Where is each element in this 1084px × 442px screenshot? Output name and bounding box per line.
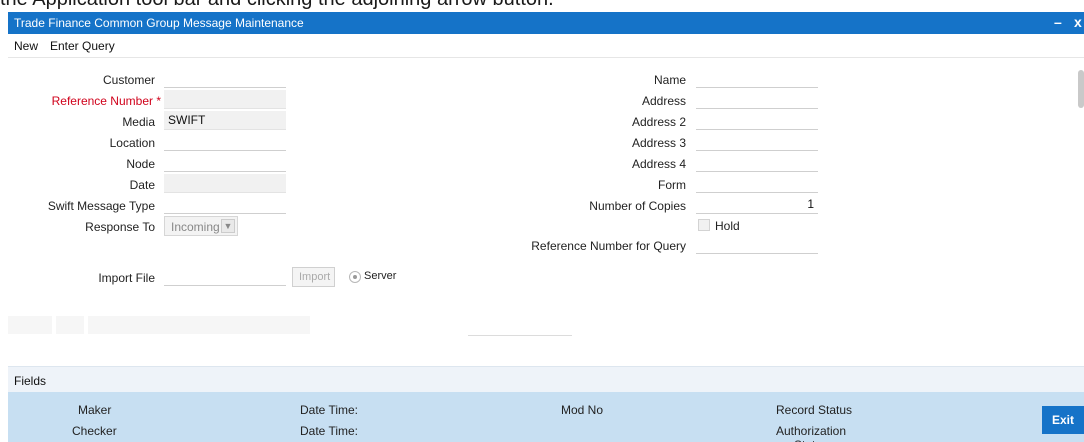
menu-new[interactable]: New — [14, 39, 38, 53]
response-to-select[interactable]: Incoming ▼ — [164, 216, 238, 236]
maker-date-time-label: Date Time: — [300, 403, 359, 417]
vertical-scrollbar[interactable] — [1078, 70, 1084, 108]
menu-bar: New Enter Query — [8, 34, 1084, 58]
number-of-copies-label: Number of Copies — [589, 199, 686, 213]
name-label: Name — [653, 73, 686, 87]
address-4-label: Address 4 — [631, 157, 686, 171]
reference-number-label: Reference Number * — [51, 94, 161, 108]
fields-bar[interactable]: Fields — [8, 366, 1084, 392]
mod-no-label: Mod No — [561, 403, 604, 417]
fields-label: Fields — [14, 374, 47, 388]
instruction-caption: the Application tool bar and clicking th… — [0, 0, 1084, 12]
reference-number-for-query-field[interactable] — [696, 235, 818, 254]
import-button[interactable]: Import — [292, 267, 335, 287]
response-to-label: Response To — [85, 220, 155, 234]
import-file-field[interactable] — [164, 267, 286, 286]
server-radio[interactable] — [349, 271, 361, 283]
location-field[interactable] — [164, 132, 286, 151]
exit-button[interactable]: Exit — [1042, 406, 1084, 434]
address-2-field[interactable] — [696, 111, 818, 130]
address-field[interactable] — [696, 90, 818, 109]
grid-placeholder — [8, 316, 52, 334]
swift-message-type-label: Swift Message Type — [47, 199, 155, 213]
response-to-value: Incoming — [171, 220, 220, 234]
close-icon[interactable]: x — [1074, 14, 1082, 30]
message-form: Customer Reference Number * Media Locati… — [8, 58, 1084, 366]
date-label: Date — [129, 178, 155, 192]
reference-number-field[interactable] — [164, 90, 286, 109]
name-field[interactable] — [696, 69, 818, 88]
hold-checkbox[interactable] — [698, 219, 710, 231]
audit-footer: Maker Checker Date Time: Date Time: Mod … — [8, 392, 1084, 442]
address-3-field[interactable] — [696, 132, 818, 151]
grid-placeholder — [56, 316, 84, 334]
maker-label: Maker — [78, 403, 112, 417]
authorization-status-label: Authorization Status — [775, 424, 847, 442]
reference-number-for-query-label: Reference Number for Query — [531, 239, 686, 253]
address-4-field[interactable] — [696, 153, 818, 172]
checker-label: Checker — [72, 424, 117, 438]
import-file-label: Import File — [98, 271, 155, 285]
menu-enter-query[interactable]: Enter Query — [50, 39, 115, 53]
media-field[interactable] — [164, 111, 286, 130]
server-label: Server — [364, 270, 397, 282]
address-3-label: Address 3 — [631, 136, 686, 150]
swift-message-type-field[interactable] — [164, 195, 286, 214]
hold-label: Hold — [715, 219, 740, 233]
number-of-copies-field[interactable] — [696, 195, 818, 214]
record-status-label: Record Status — [776, 403, 853, 417]
node-field[interactable] — [164, 153, 286, 172]
address-label: Address — [641, 94, 686, 108]
form-label: Form — [658, 178, 686, 192]
media-label: Media — [122, 115, 155, 129]
minimize-icon[interactable]: – — [1054, 14, 1062, 30]
address-2-label: Address 2 — [631, 115, 686, 129]
window-titlebar: Trade Finance Common Group Message Maint… — [8, 12, 1084, 34]
node-label: Node — [126, 157, 155, 171]
checker-date-time-label: Date Time: — [300, 424, 359, 438]
customer-label: Customer — [102, 73, 155, 87]
grid-placeholder-line — [468, 335, 572, 336]
grid-placeholder — [88, 316, 310, 334]
customer-field[interactable] — [164, 69, 286, 88]
location-label: Location — [109, 136, 155, 150]
window-title: Trade Finance Common Group Message Maint… — [14, 16, 304, 30]
chevron-down-icon[interactable]: ▼ — [221, 219, 235, 233]
form-field[interactable] — [696, 174, 818, 193]
date-field[interactable] — [164, 174, 286, 193]
